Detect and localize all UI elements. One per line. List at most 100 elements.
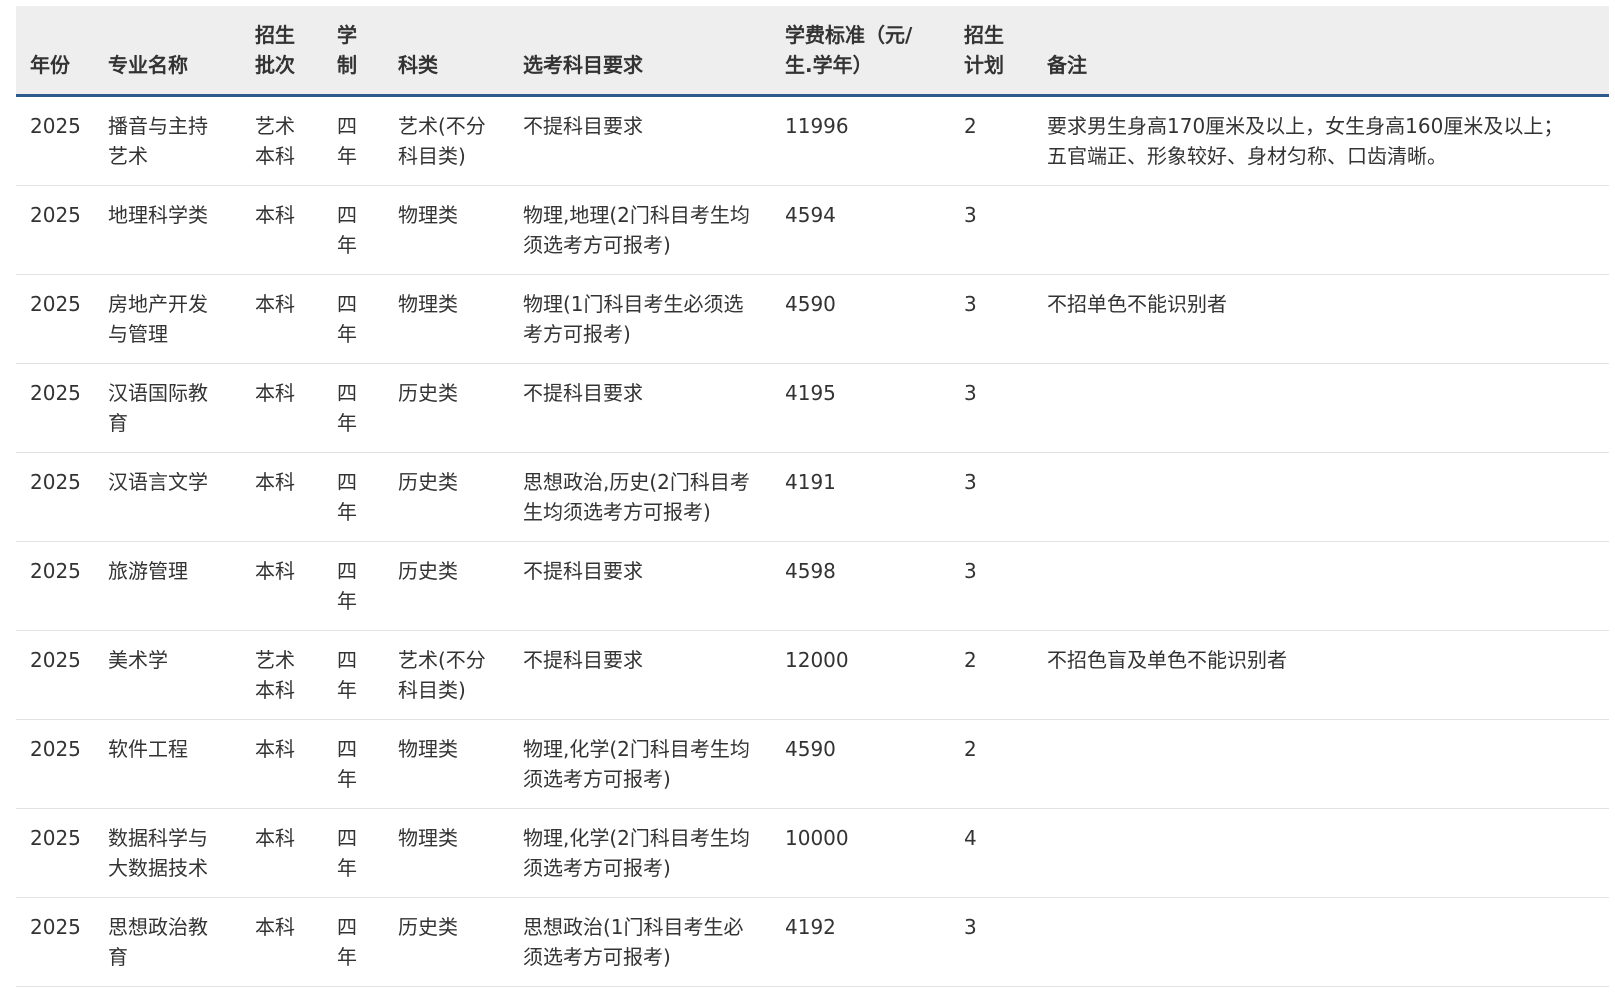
cell-batch: 本科: [241, 274, 323, 364]
cell-remarks: [1033, 719, 1609, 809]
cell-tuition: 4594: [771, 185, 950, 275]
table-row: 2025 旅游管理 本科 四年 历史类 不提科目要求 4598 3: [16, 541, 1609, 631]
cell-batch: 本科: [241, 363, 323, 453]
cell-major: 数据科学与大数据技术: [94, 808, 241, 898]
cell-category: 艺术(不分科目类): [384, 95, 509, 186]
cell-batch: 本科: [241, 808, 323, 898]
cell-major: 汉语国际教育: [94, 363, 241, 453]
table-header: 年份 专业名称 招生批次 学制 科类 选考科目要求 学费标准（元/生.学年） 招…: [16, 6, 1609, 97]
cell-tuition: 10000: [771, 808, 950, 898]
cell-remarks: [1033, 897, 1609, 987]
cell-batch: 本科: [241, 185, 323, 275]
table-row: 2025 美术学 艺术本科 四年 艺术(不分科目类) 不提科目要求 12000 2 不招色盲及单…: [16, 630, 1609, 720]
cell-major: 旅游管理: [94, 541, 241, 631]
cell-tuition: 4590: [771, 274, 950, 364]
header-tuition: 学费标准（元/生.学年）: [771, 6, 950, 97]
table-row: 2025 汉语国际教育 本科 四年 历史类 不提科目要求 4195 3: [16, 363, 1609, 453]
cell-year: 2025: [16, 185, 94, 275]
cell-year: 2025: [16, 808, 94, 898]
cell-plan-count: 3: [950, 185, 1033, 275]
cell-subject-requirement: 物理,地理(2门科目考生均须选考方可报考): [509, 185, 771, 275]
cell-subject-requirement: 物理(1门科目考生必须选考方可报考): [509, 274, 771, 364]
cell-major: 房地产开发与管理: [94, 274, 241, 364]
cell-plan-count: 4: [950, 808, 1033, 898]
cell-category: 历史类: [384, 541, 509, 631]
table-body: 2025 播音与主持艺术 艺术本科 四年 艺术(不分科目类) 不提科目要求 11996 2 要求…: [16, 95, 1609, 987]
cell-year: 2025: [16, 630, 94, 720]
cell-year: 2025: [16, 95, 94, 186]
cell-tuition: 4195: [771, 363, 950, 453]
cell-remarks: [1033, 363, 1609, 453]
cell-duration: 四年: [323, 808, 384, 898]
cell-batch: 本科: [241, 452, 323, 542]
cell-plan-count: 3: [950, 897, 1033, 987]
cell-plan-count: 3: [950, 541, 1033, 631]
cell-batch: 本科: [241, 719, 323, 809]
cell-batch: 艺术本科: [241, 630, 323, 720]
header-duration: 学制: [323, 6, 384, 97]
cell-subject-requirement: 不提科目要求: [509, 541, 771, 631]
cell-remarks: [1033, 541, 1609, 631]
cell-category: 历史类: [384, 897, 509, 987]
cell-tuition: 4590: [771, 719, 950, 809]
header-remarks: 备注: [1033, 6, 1609, 97]
cell-major: 汉语言文学: [94, 452, 241, 542]
cell-tuition: 12000: [771, 630, 950, 720]
header-subject-requirement: 选考科目要求: [509, 6, 771, 97]
header-category: 科类: [384, 6, 509, 97]
cell-batch: 本科: [241, 897, 323, 987]
cell-subject-requirement: 思想政治,历史(2门科目考生均须选考方可报考): [509, 452, 771, 542]
cell-duration: 四年: [323, 274, 384, 364]
cell-category: 历史类: [384, 363, 509, 453]
cell-duration: 四年: [323, 452, 384, 542]
cell-year: 2025: [16, 541, 94, 631]
cell-batch: 本科: [241, 541, 323, 631]
cell-duration: 四年: [323, 95, 384, 186]
cell-remarks: 要求男生身高170厘米及以上，女生身高160厘米及以上；五官端正、形象较好、身材…: [1033, 95, 1609, 186]
cell-tuition: 11996: [771, 95, 950, 186]
cell-category: 历史类: [384, 452, 509, 542]
cell-year: 2025: [16, 274, 94, 364]
cell-plan-count: 2: [950, 95, 1033, 186]
cell-category: 物理类: [384, 274, 509, 364]
header-batch: 招生批次: [241, 6, 323, 97]
cell-major: 软件工程: [94, 719, 241, 809]
cell-remarks: [1033, 452, 1609, 542]
cell-subject-requirement: 不提科目要求: [509, 630, 771, 720]
cell-category: 物理类: [384, 185, 509, 275]
cell-plan-count: 2: [950, 630, 1033, 720]
cell-duration: 四年: [323, 719, 384, 809]
cell-year: 2025: [16, 719, 94, 809]
table-row: 2025 软件工程 本科 四年 物理类 物理,化学(2门科目考生均须选考方可报考) 4590…: [16, 719, 1609, 809]
header-row: 年份 专业名称 招生批次 学制 科类 选考科目要求 学费标准（元/生.学年） 招…: [16, 6, 1609, 97]
cell-major: 美术学: [94, 630, 241, 720]
cell-duration: 四年: [323, 630, 384, 720]
cell-subject-requirement: 不提科目要求: [509, 363, 771, 453]
cell-duration: 四年: [323, 541, 384, 631]
cell-year: 2025: [16, 897, 94, 987]
cell-subject-requirement: 物理,化学(2门科目考生均须选考方可报考): [509, 719, 771, 809]
table-row: 2025 地理科学类 本科 四年 物理类 物理,地理(2门科目考生均须选考方可报考) 459…: [16, 185, 1609, 275]
table-row: 2025 播音与主持艺术 艺术本科 四年 艺术(不分科目类) 不提科目要求 11996 2 要求…: [16, 95, 1609, 186]
cell-duration: 四年: [323, 363, 384, 453]
cell-category: 物理类: [384, 719, 509, 809]
cell-category: 艺术(不分科目类): [384, 630, 509, 720]
cell-year: 2025: [16, 452, 94, 542]
cell-plan-count: 3: [950, 274, 1033, 364]
cell-plan-count: 3: [950, 452, 1033, 542]
cell-subject-requirement: 思想政治(1门科目考生必须选考方可报考): [509, 897, 771, 987]
cell-plan-count: 3: [950, 363, 1033, 453]
header-major: 专业名称: [94, 6, 241, 97]
cell-subject-requirement: 物理,化学(2门科目考生均须选考方可报考): [509, 808, 771, 898]
cell-batch: 艺术本科: [241, 95, 323, 186]
header-year: 年份: [16, 6, 94, 97]
table-row: 2025 房地产开发与管理 本科 四年 物理类 物理(1门科目考生必须选考方可报考) 459…: [16, 274, 1609, 364]
cell-remarks: [1033, 808, 1609, 898]
table-row: 2025 汉语言文学 本科 四年 历史类 思想政治,历史(2门科目考生均须选考方可报考) 4…: [16, 452, 1609, 542]
cell-major: 播音与主持艺术: [94, 95, 241, 186]
admission-plan-table: 年份 专业名称 招生批次 学制 科类 选考科目要求 学费标准（元/生.学年） 招…: [16, 6, 1609, 987]
cell-major: 思想政治教育: [94, 897, 241, 987]
cell-tuition: 4598: [771, 541, 950, 631]
admission-plan-table-container: 年份 专业名称 招生批次 学制 科类 选考科目要求 学费标准（元/生.学年） 招…: [16, 6, 1609, 987]
cell-major: 地理科学类: [94, 185, 241, 275]
